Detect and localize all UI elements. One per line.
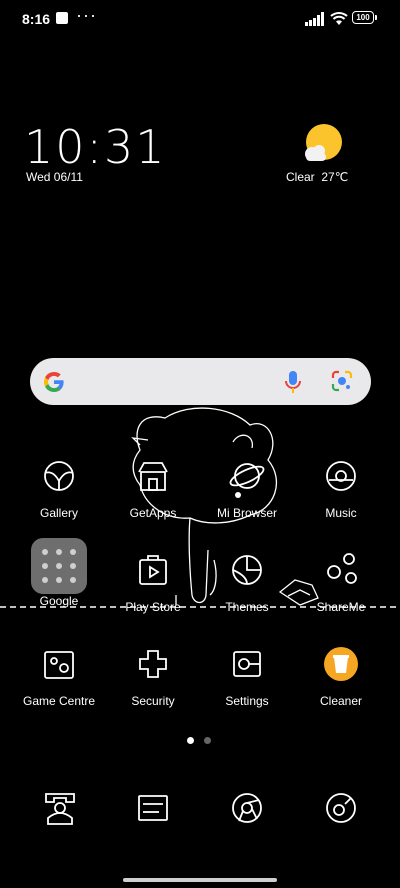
phone-icon[interactable] xyxy=(40,788,80,828)
cleaner-icon xyxy=(324,647,358,681)
status-time: 8:16 xyxy=(22,11,51,27)
page-dot[interactable] xyxy=(204,737,211,744)
music-icon xyxy=(326,461,356,491)
notification-icon xyxy=(56,12,68,24)
app-play-store[interactable]: Play Store xyxy=(106,550,200,614)
app-gallery[interactable]: Gallery xyxy=(12,456,106,520)
weather-text: Clear 27℃ xyxy=(286,170,348,184)
camera-icon[interactable] xyxy=(321,788,361,828)
google-search-bar[interactable] xyxy=(30,358,371,405)
clock-date: Wed 06/11 xyxy=(26,170,83,184)
app-settings[interactable]: Settings xyxy=(200,644,294,708)
home-gesture-bar[interactable] xyxy=(123,878,277,882)
battery-icon: 100 xyxy=(352,11,374,24)
app-label: Music xyxy=(325,506,357,520)
battery-level: 100 xyxy=(356,13,370,22)
app-security[interactable]: Security xyxy=(106,644,200,708)
gallery-icon xyxy=(44,461,74,491)
app-themes[interactable]: Themes xyxy=(200,550,294,614)
shareme-icon xyxy=(327,553,357,584)
more-notifications-icon: ··· xyxy=(76,5,97,25)
play-store-icon xyxy=(139,555,167,585)
app-label: Security xyxy=(131,694,175,708)
weather-sun-cloud-icon[interactable] xyxy=(298,122,346,170)
app-music[interactable]: Music xyxy=(294,456,388,520)
weather-condition: Clear xyxy=(286,170,315,184)
weather-temp: 27℃ xyxy=(321,170,349,184)
app-label: Game Centre xyxy=(22,694,96,708)
app-shareme[interactable]: ShareMe xyxy=(294,550,388,614)
page-dot-active[interactable] xyxy=(187,737,194,744)
app-label: Mi Browser xyxy=(216,506,277,520)
settings-icon xyxy=(233,651,261,677)
voice-search-icon[interactable] xyxy=(284,370,302,394)
chrome-icon[interactable] xyxy=(227,788,267,828)
app-label: Settings xyxy=(225,694,269,708)
google-lens-icon[interactable] xyxy=(331,370,353,392)
battery-tip xyxy=(375,15,377,20)
app-google-folder[interactable]: Google xyxy=(12,538,106,608)
messages-icon[interactable] xyxy=(133,788,173,828)
app-mi-browser[interactable]: Mi Browser xyxy=(200,456,294,520)
app-getapps[interactable]: GetApps xyxy=(106,456,200,520)
themes-icon xyxy=(232,555,262,585)
app-label: Gallery xyxy=(39,506,78,520)
wifi-icon xyxy=(330,12,348,25)
app-label: Play Store xyxy=(125,600,181,614)
app-label: Google xyxy=(39,594,79,608)
clock-time[interactable]: 10:31 xyxy=(24,120,167,174)
mi-browser-icon xyxy=(229,463,265,489)
google-logo-icon xyxy=(44,372,64,392)
signal-icon xyxy=(305,12,324,26)
security-icon xyxy=(139,650,167,678)
getapps-icon xyxy=(138,462,168,491)
game-centre-icon xyxy=(44,651,74,679)
app-label: Themes xyxy=(225,600,269,614)
app-label: GetApps xyxy=(129,506,177,520)
app-game-centre[interactable]: Game Centre xyxy=(12,644,106,708)
app-label: ShareMe xyxy=(316,600,366,614)
google-folder-icon xyxy=(31,538,87,594)
app-cleaner[interactable]: Cleaner xyxy=(294,644,388,708)
app-label: Cleaner xyxy=(319,694,363,708)
